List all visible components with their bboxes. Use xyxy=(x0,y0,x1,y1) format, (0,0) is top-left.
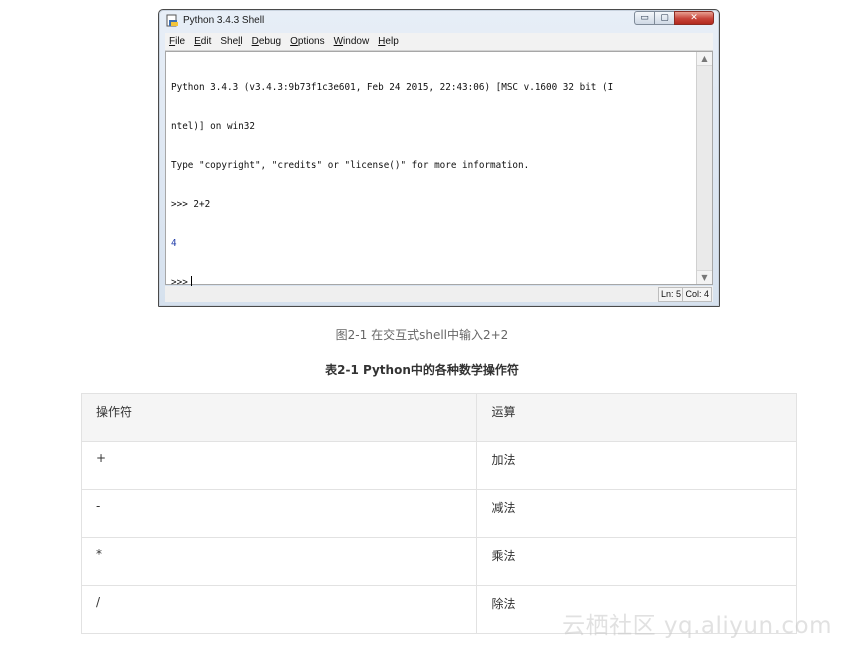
title-bar[interactable]: Python 3.4.3 Shell ▭ ▢ ✕ xyxy=(159,10,719,32)
table-row: + 加法 xyxy=(80,441,797,490)
figure-caption: 图2-1 在交互式shell中输入2+2 xyxy=(335,328,509,342)
menu-file[interactable]: File xyxy=(169,36,185,47)
shell-line: >>> 2+2 xyxy=(171,199,211,210)
shell-text-area[interactable]: Python 3.4.3 (v3.4.3:9b73f1c3e601, Feb 2… xyxy=(165,51,713,288)
operators-table: 操作符 运算 + 加法 - 减法 * 乘法 / 除法 xyxy=(80,393,797,634)
header-operation: 运算 xyxy=(476,393,797,442)
menu-shell[interactable]: Shell xyxy=(220,36,242,47)
menu-edit[interactable]: Edit xyxy=(194,36,211,47)
shell-output: Python 3.4.3 (v3.4.3:9b73f1c3e601, Feb 2… xyxy=(171,55,703,315)
idle-shell-window: Python 3.4.3 Shell ▭ ▢ ✕ File Edit Shell… xyxy=(158,9,720,307)
operation-cell: 加法 xyxy=(476,441,797,490)
shell-line: Type "copyright", "credits" or "license(… xyxy=(171,160,530,171)
table-header-row: 操作符 运算 xyxy=(80,393,797,442)
operation-cell: 乘法 xyxy=(476,537,797,586)
status-column: Col: 4 xyxy=(682,287,712,302)
python-idle-icon xyxy=(166,14,178,27)
operation-cell: 减法 xyxy=(476,489,797,538)
status-bar: Ln: 5 Col: 4 xyxy=(165,286,713,302)
operator-cell: * xyxy=(80,537,478,586)
menu-help[interactable]: Help xyxy=(378,36,399,47)
table-title: 表2-1 Python中的各种数学操作符 xyxy=(325,363,519,377)
header-operator: 操作符 xyxy=(80,393,478,442)
menu-bar: File Edit Shell Debug Options Window Hel… xyxy=(165,33,713,51)
maximize-button[interactable]: ▢ xyxy=(654,11,675,25)
operator-cell: + xyxy=(80,441,478,490)
close-button[interactable]: ✕ xyxy=(674,11,714,25)
window-title: Python 3.4.3 Shell xyxy=(183,15,265,26)
scroll-up-arrow-icon[interactable]: ▲ xyxy=(697,52,712,66)
menu-debug[interactable]: Debug xyxy=(252,36,281,47)
menu-window[interactable]: Window xyxy=(334,36,370,47)
table-row: * 乘法 xyxy=(80,537,797,586)
status-line: Ln: 5 xyxy=(657,287,684,302)
window-controls: ▭ ▢ ✕ xyxy=(634,11,714,25)
shell-result: 4 xyxy=(171,238,177,249)
watermark: 云栖社区 yq.aliyun.com xyxy=(562,613,832,639)
shell-line: Python 3.4.3 (v3.4.3:9b73f1c3e601, Feb 2… xyxy=(171,82,614,93)
operator-cell: / xyxy=(80,585,478,634)
operator-cell: - xyxy=(80,489,478,538)
scroll-down-arrow-icon[interactable]: ▼ xyxy=(697,270,712,284)
vertical-scrollbar[interactable]: ▲ ▼ xyxy=(696,52,712,284)
minimize-button[interactable]: ▭ xyxy=(634,11,655,25)
menu-options[interactable]: Options xyxy=(290,36,324,47)
shell-line: ntel)] on win32 xyxy=(171,121,255,132)
table-row: - 减法 xyxy=(80,489,797,538)
